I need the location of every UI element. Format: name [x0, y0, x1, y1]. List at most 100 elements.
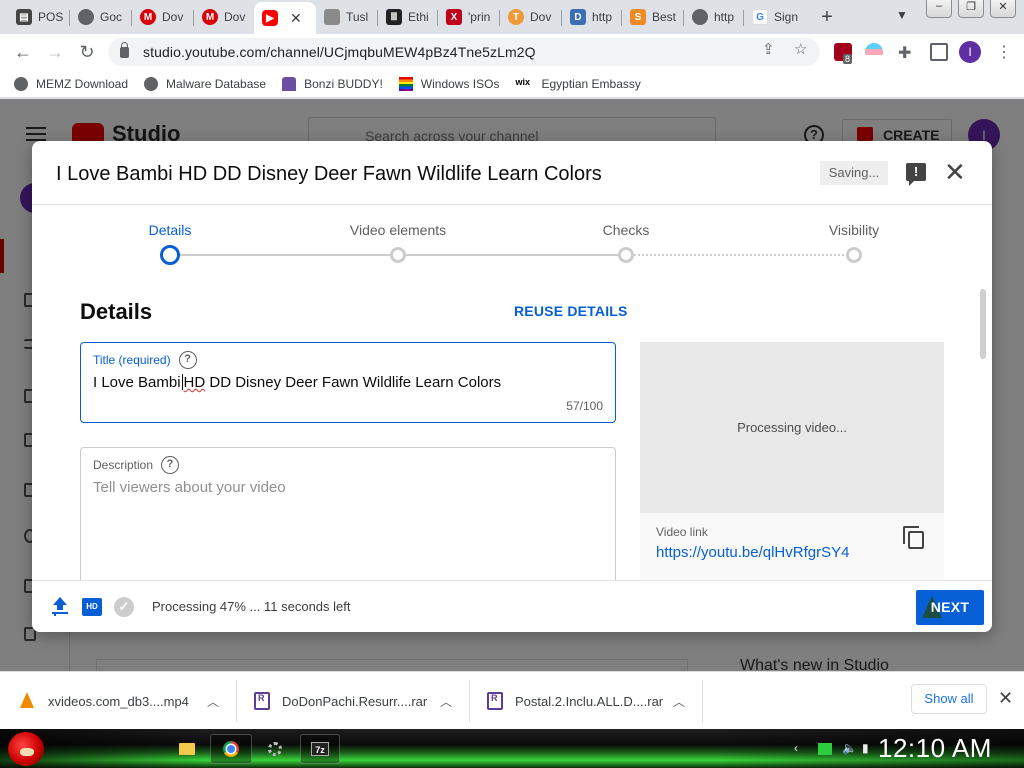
taskbar: 7z ‹ 🔈 ▮ 12:10 AM — [0, 729, 1024, 768]
text-caret — [181, 374, 183, 390]
chevron-up-icon[interactable]: ︿ — [440, 693, 452, 710]
menu-kebab-icon[interactable]: ⋮ — [996, 42, 1012, 62]
bookmark-bonzi-buddy[interactable]: Bonzi BUDDY! — [282, 76, 383, 91]
downloads-shelf: xvideos.com_db3....mp4 ︿ DoDonPachi.Resu… — [0, 671, 1024, 729]
chevron-up-icon[interactable]: ︿ — [673, 693, 685, 710]
bookmark-memz[interactable]: MEMZ Download — [14, 76, 128, 91]
taskbar-clock[interactable]: 12:10 AM — [878, 733, 992, 764]
reload-button[interactable]: ↻ — [76, 42, 98, 63]
taskbar-7zip[interactable]: 7z — [300, 734, 340, 764]
dialog-footer: HD ✓ Processing 47% ... 11 seconds left … — [32, 580, 992, 632]
download-item[interactable]: xvideos.com_db3....mp4 — [20, 672, 189, 730]
dialog-scrollbar[interactable] — [980, 289, 986, 359]
bookmark-malware-database[interactable]: Malware Database — [144, 76, 266, 91]
browser-tab[interactable]: M Dov — [132, 3, 194, 31]
description-help-icon[interactable]: ? — [161, 456, 180, 474]
title-input[interactable]: I Love Bambi HD DD Disney Deer Fawn Wildl… — [93, 374, 501, 391]
taskbar-explorer[interactable] — [170, 734, 204, 764]
title-field[interactable]: Title (required) ? I Love Bambi HD DD Dis… — [80, 342, 616, 423]
description-field[interactable]: Description ? Tell viewers about your vi… — [80, 447, 616, 580]
bookmark-windows-isos[interactable]: Windows ISOs — [398, 76, 499, 91]
taskbar-app[interactable] — [258, 734, 292, 764]
feedback-icon[interactable]: ! — [906, 163, 926, 186]
globe-icon — [14, 76, 28, 91]
museum-icon: Ⅲ — [386, 9, 402, 25]
trans-flag-extension-icon[interactable] — [865, 43, 883, 61]
forward-button[interactable]: → — [44, 42, 66, 63]
dashboard-card — [96, 659, 688, 671]
restore-button[interactable]: ❐ — [958, 0, 984, 18]
copy-icon[interactable] — [903, 526, 924, 549]
tab-search-chevron-icon[interactable]: ▼ — [896, 8, 908, 22]
step-details-dot[interactable] — [160, 245, 180, 265]
mega-icon: M — [140, 9, 156, 25]
browser-tab[interactable]: M Dov — [194, 3, 254, 31]
browser-tab[interactable]: G Sign — [744, 3, 804, 31]
tray-expand-icon[interactable]: ‹ — [794, 741, 798, 755]
taskbar-chrome[interactable] — [210, 734, 252, 764]
next-button[interactable]: NEXT — [916, 590, 984, 625]
bookmark-egyptian-embassy[interactable]: wix Egyptian Embassy — [515, 77, 640, 91]
browser-tab[interactable]: Ⅲ Ethi — [378, 3, 438, 31]
puzzle-extensions-icon[interactable]: ✚ — [898, 43, 916, 62]
battery-icon[interactable] — [818, 743, 832, 755]
globe-icon — [78, 9, 94, 25]
back-button[interactable]: ← — [12, 42, 34, 63]
close-shelf-icon[interactable]: ✕ — [998, 688, 1013, 709]
title-help-icon[interactable]: ? — [178, 351, 197, 369]
new-tab-button[interactable]: + — [816, 6, 838, 29]
browser-tab[interactable]: ▤ POS — [8, 3, 70, 31]
side-panel-icon[interactable] — [930, 43, 948, 61]
url-text[interactable]: studio.youtube.com/channel/UCjmqbuMEW4pB… — [143, 44, 536, 60]
download-item[interactable]: DoDonPachi.Resurr....rar — [254, 672, 427, 730]
start-button-angry-bird-icon[interactable] — [8, 732, 44, 766]
step-video-elements-dot[interactable] — [390, 247, 406, 263]
winrar-icon — [487, 692, 503, 710]
step-visibility-dot[interactable] — [846, 247, 862, 263]
network-icon[interactable]: ▮ — [862, 741, 869, 755]
chevron-up-icon[interactable]: ︿ — [207, 693, 219, 710]
video-link-box: Video link https://youtu.be/qlHvRfgrSY4 — [640, 513, 944, 580]
close-window-button[interactable]: ✕ — [990, 0, 1016, 18]
globe-icon — [144, 76, 159, 91]
close-dialog-icon[interactable]: ✕ — [944, 157, 966, 187]
hamburger-menu-icon[interactable] — [26, 127, 46, 141]
minimize-button[interactable]: – — [926, 0, 952, 18]
globe-icon — [692, 9, 708, 25]
step-video-elements-label[interactable]: Video elements — [350, 222, 446, 238]
title-field-label: Title (required) — [93, 353, 171, 367]
browser-tab[interactable]: T Dov — [500, 3, 562, 31]
bonzi-icon — [282, 76, 297, 91]
address-bar[interactable]: studio.youtube.com/channel/UCjmqbuMEW4pB… — [108, 38, 820, 66]
t-orange-icon: T — [508, 9, 524, 25]
bookmark-star-icon[interactable]: ☆ — [794, 40, 807, 58]
step-checks-dot[interactable] — [618, 247, 634, 263]
dialog-title: I Love Bambi HD DD Disney Deer Fawn Wild… — [56, 163, 602, 185]
step-checks-label[interactable]: Checks — [603, 222, 650, 238]
share-icon[interactable]: ⇪ — [762, 40, 775, 58]
browser-tab[interactable]: http — [684, 3, 744, 31]
stepper-line — [180, 254, 398, 256]
video-link[interactable]: https://youtu.be/qlHvRfgrSY4 — [656, 544, 849, 561]
castle-icon — [324, 9, 340, 25]
close-tab-icon[interactable]: ✕ — [290, 10, 302, 27]
browser-tab[interactable]: X 'prin — [438, 3, 500, 31]
show-all-downloads-button[interactable]: Show all — [911, 684, 987, 714]
7zip-icon: 7z — [311, 742, 329, 756]
browser-toolbar: ← → ↻ studio.youtube.com/channel/UCjmqbu… — [0, 34, 1024, 70]
details-heading: Details — [80, 299, 153, 324]
description-input[interactable]: Tell viewers about your video — [93, 479, 286, 496]
browser-tab[interactable]: Goc — [70, 3, 132, 31]
browser-tab[interactable]: D http — [562, 3, 622, 31]
browser-tab-active[interactable]: ▶ ✕ — [254, 2, 316, 34]
browser-tab[interactable]: Tusl — [316, 3, 378, 31]
profile-avatar[interactable]: I — [959, 41, 981, 63]
tab-strip: ▤ POS Goc M Dov M Dov ▶ ✕ Tusl Ⅲ Ethi X … — [0, 0, 1024, 34]
reuse-details-button[interactable]: REUSE DETAILS — [514, 303, 628, 319]
download-item[interactable]: Postal.2.Inclu.ALL.D....rar — [487, 672, 663, 730]
step-visibility-label[interactable]: Visibility — [829, 222, 879, 238]
volume-icon[interactable]: 🔈 — [842, 741, 857, 755]
browser-tab[interactable]: S Best — [622, 3, 684, 31]
step-details-label[interactable]: Details — [149, 222, 192, 238]
spellcheck-word: HD — [183, 374, 206, 391]
